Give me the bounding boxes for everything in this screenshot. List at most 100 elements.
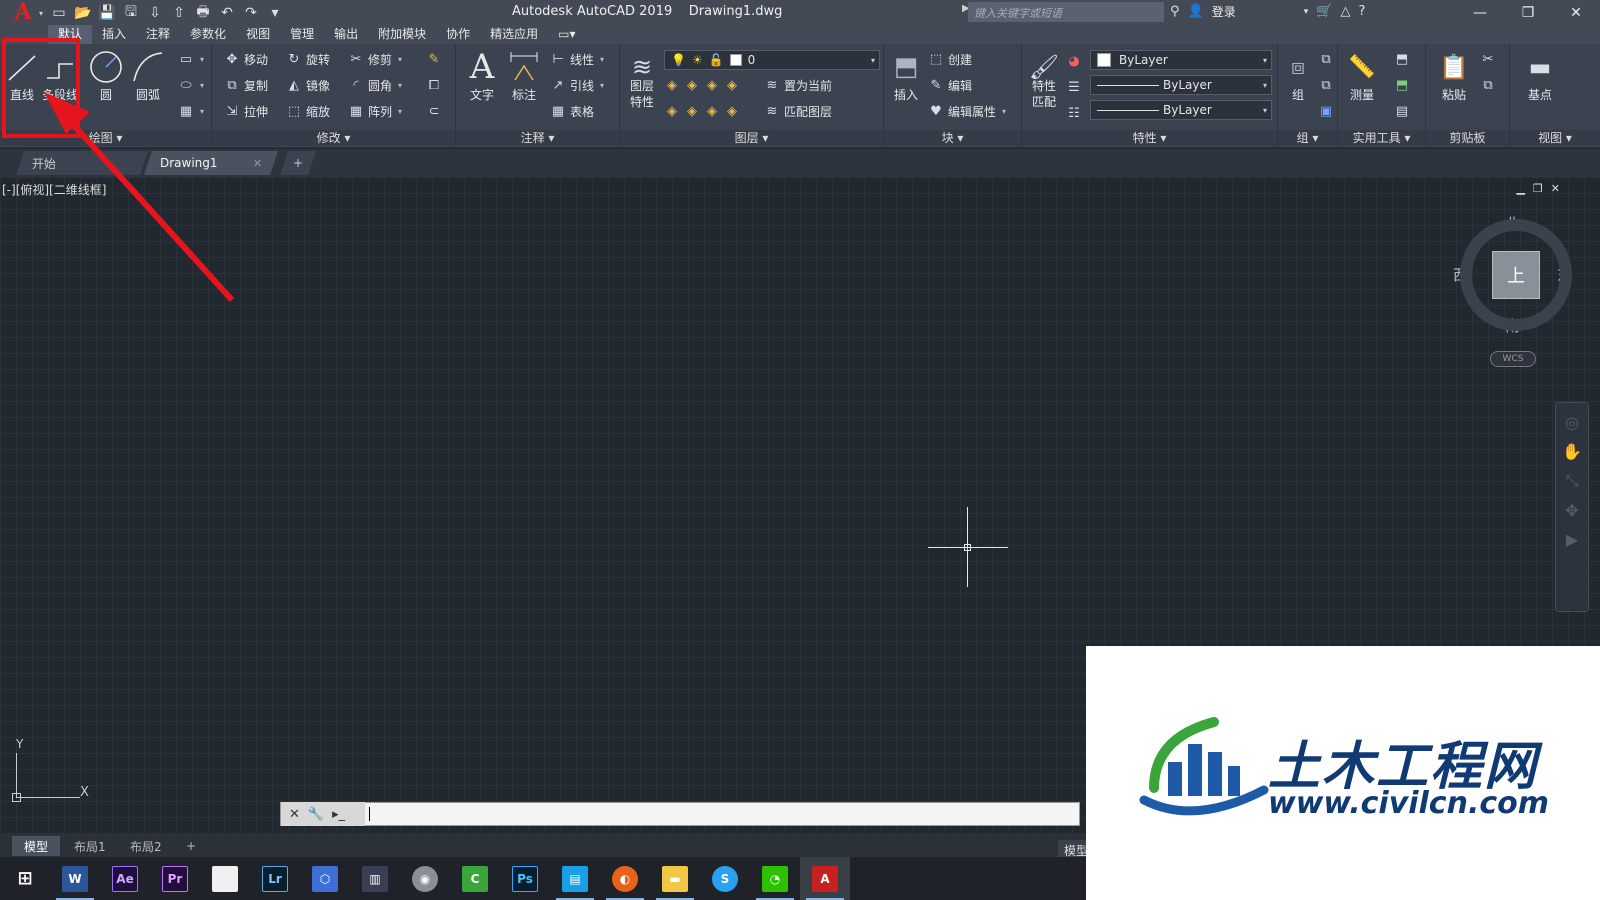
erase-button[interactable]: ✎ [426, 48, 442, 70]
add-layout-button[interactable]: + [174, 836, 208, 856]
taskbar-app-sky[interactable]: S [700, 857, 750, 900]
minimize-icon[interactable]: — [1456, 0, 1504, 25]
tab-parametric[interactable]: 参数化 [180, 25, 236, 44]
quick-select-button[interactable]: ⬒ [1394, 48, 1410, 70]
match-layer-button[interactable]: ≋ 匹配图层 [764, 100, 832, 122]
linear-dim-button[interactable]: ⊢ 线性 ▾ [550, 48, 604, 70]
close-icon[interactable]: ✕ [1552, 0, 1600, 25]
array-button[interactable]: ▦ 阵列 ▾ [348, 100, 402, 122]
fillet-button[interactable]: ◜ 圆角 ▾ [348, 74, 402, 96]
user-icon[interactable]: 👤 [1188, 4, 1204, 19]
tab-annotate[interactable]: 注释 [136, 25, 180, 44]
groups-panel-title[interactable]: 组 ▾ [1278, 130, 1337, 146]
taskbar-app-blue[interactable]: ⬡ [300, 857, 350, 900]
dimension-button[interactable]: 标注 [506, 48, 542, 103]
hatch-button[interactable]: ▦ ▾ [178, 100, 204, 122]
create-block-button[interactable]: ⬚ 创建 [928, 48, 972, 70]
zoom-extents-icon[interactable]: ⤡ [1566, 471, 1579, 491]
paste-button[interactable]: 📋 粘贴 [1436, 48, 1472, 103]
layer-thaw-icon[interactable]: ◈ [704, 103, 720, 119]
table-button[interactable]: ▦ 表格 [550, 100, 594, 122]
move-button[interactable]: ✥ 移动 [224, 48, 268, 70]
tab-view[interactable]: 视图 [236, 25, 280, 44]
tab-model[interactable]: 模型 [12, 836, 61, 856]
stretch-button[interactable]: ⇲ 拉伸 [224, 100, 268, 122]
properties-panel-title[interactable]: 特性 ▾ [1022, 130, 1277, 146]
binoculars-icon[interactable]: ⚲ [1170, 4, 1180, 19]
undo-icon[interactable]: ↶ [216, 3, 238, 23]
tab-manage[interactable]: 管理 [280, 25, 324, 44]
import-icon[interactable]: ⇩ [144, 3, 166, 23]
modify-panel-title[interactable]: 修改 ▾ [212, 130, 455, 146]
application-menu-button[interactable]: A ▾ [0, 0, 46, 25]
tab-insert[interactable]: 插入 [92, 25, 136, 44]
mirror-button[interactable]: ◭ 镜像 [286, 74, 330, 96]
linetype-icon[interactable]: ☷ [1066, 105, 1082, 121]
ribbon-toggle-icon[interactable]: ▭▾ [548, 25, 585, 44]
tab-collaborate[interactable]: 协作 [436, 25, 480, 44]
copy-clip-button[interactable]: ⧉ [1480, 74, 1496, 96]
wcs-menu[interactable]: WCS [1490, 351, 1536, 367]
export-icon[interactable]: ⇧ [168, 3, 190, 23]
circle-button[interactable]: 圆 [88, 48, 124, 103]
layer-dropdown[interactable]: 💡 ☀ 🔓 0 ▾ [664, 50, 880, 70]
lineweight-dropdown[interactable]: ByLayer ▾ [1090, 75, 1272, 95]
block-panel-title[interactable]: 块 ▾ [884, 130, 1021, 146]
ellipse-button[interactable]: ⬭ ▾ [178, 74, 204, 96]
new-file-icon[interactable]: ▭ [48, 3, 70, 23]
match-properties-button[interactable]: 🖌 特性 匹配 [1026, 48, 1062, 110]
group-select-button[interactable]: ▣ [1318, 100, 1334, 122]
search-input[interactable]: 键入关键字或短语 [968, 2, 1164, 22]
close-icon[interactable]: ✕ [1551, 182, 1560, 195]
orbit-icon[interactable]: ✥ [1565, 501, 1578, 520]
layer-freeze-icon[interactable]: ◈ [704, 77, 720, 93]
layer-off-icon[interactable]: ◈ [664, 77, 680, 93]
group-button[interactable]: ⧈ 组 [1280, 48, 1316, 103]
taskbar-camtasia[interactable]: C [450, 857, 500, 900]
close-icon[interactable]: ✕ [289, 807, 300, 822]
cut-button[interactable]: ✂ [1480, 48, 1496, 70]
taskbar-app-gray[interactable]: ◉ [400, 857, 450, 900]
annotation-panel-title[interactable]: 注释 ▾ [456, 130, 619, 146]
showmotion-icon[interactable]: ▶ [1566, 530, 1578, 549]
wrench-icon[interactable]: 🔧 [308, 807, 324, 822]
offset-button[interactable]: ⊂ [426, 100, 442, 122]
taskbar-after-effects[interactable]: Ae [100, 857, 150, 900]
layer-properties-button[interactable]: ≋ 图层 特性 [624, 48, 660, 110]
taskbar-explorer[interactable]: ▬ [650, 857, 700, 900]
tab-layout1[interactable]: 布局1 [62, 836, 118, 856]
layer-lock-icon[interactable]: ◈ [724, 77, 740, 93]
steering-wheel-icon[interactable]: ◎ [1565, 413, 1579, 432]
pan-hand-icon[interactable]: ✋ [1562, 442, 1582, 461]
clipboard-panel-title[interactable]: 剪贴板 [1426, 130, 1509, 146]
trim-button[interactable]: ✂ 修剪 ▾ [348, 48, 402, 70]
layers-panel-title[interactable]: 图层 ▾ [620, 130, 883, 146]
measure-button[interactable]: 📏 测量 [1344, 48, 1380, 103]
scale-button[interactable]: ⬚ 缩放 [286, 100, 330, 122]
tab-featured-apps[interactable]: 精选应用 [480, 25, 548, 44]
viewcube-top-face[interactable]: 上 [1492, 251, 1540, 299]
restore-icon[interactable]: ❐ [1533, 182, 1543, 195]
taskbar-photoshop[interactable]: Ps [500, 857, 550, 900]
text-button[interactable]: A 文字 [464, 47, 500, 103]
close-icon[interactable]: ✕ [253, 157, 262, 170]
utilities-panel-title[interactable]: 实用工具 ▾ [1338, 130, 1425, 146]
tab-drawing1[interactable]: Drawing1 ✕ [144, 151, 278, 175]
viewport-controls-label[interactable]: [-][俯视][二维线框] [2, 181, 106, 198]
arc-button[interactable]: 圆弧 [130, 48, 166, 103]
view-panel-title[interactable]: 视图 ▾ [1510, 130, 1600, 146]
customize-qat-icon[interactable]: ▾ [264, 3, 286, 23]
leader-button[interactable]: ↗ 引线 ▾ [550, 74, 604, 96]
color-dropdown[interactable]: ByLayer ▾ [1090, 50, 1272, 70]
edit-attributes-button[interactable]: ♥ 编辑属性 ▾ [928, 100, 1006, 122]
lineweight-icon[interactable]: ☰ [1066, 79, 1082, 95]
taskbar-app-cyan[interactable]: ▤ [550, 857, 600, 900]
cart-icon[interactable]: 🛒 [1316, 4, 1332, 19]
taskbar-autocad[interactable]: A [800, 857, 850, 900]
color-wheel-icon[interactable]: ◕ [1066, 53, 1082, 69]
taskbar-word[interactable]: W [50, 857, 100, 900]
taskbar-premiere[interactable]: Pr [150, 857, 200, 900]
copy-button[interactable]: ⧉ 复制 [224, 74, 268, 96]
set-current-button[interactable]: ≋ 置为当前 [764, 74, 832, 96]
tab-addins[interactable]: 附加模块 [368, 25, 436, 44]
